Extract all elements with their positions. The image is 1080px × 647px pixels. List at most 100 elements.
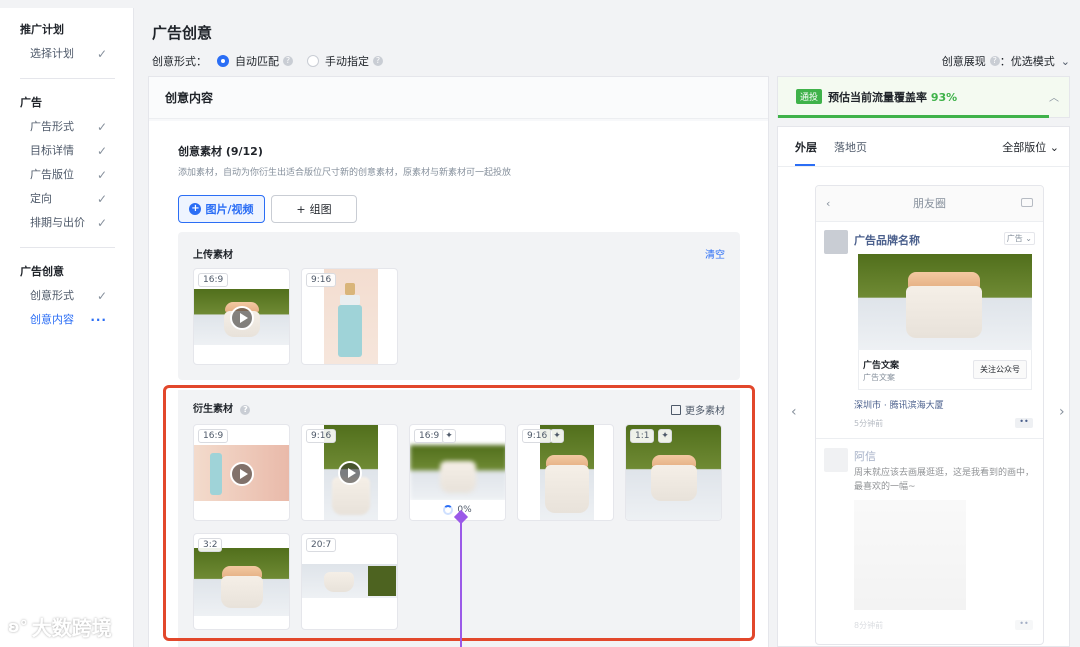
more-dots-icon: ··· — [90, 313, 107, 327]
coverage-text: 预估当前流量覆盖率 93% — [828, 89, 957, 105]
add-group-label: 组图 — [309, 203, 332, 216]
coverage-label: 预估当前流量覆盖率 — [828, 91, 927, 104]
ad-image[interactable] — [858, 254, 1032, 350]
placements-select[interactable]: 全部版位 ⌄ — [1002, 139, 1059, 155]
sidebar-group-ad: 广告 广告形式 ✓ 目标详情 ✓ 广告版位 ✓ 定向 ✓ 排期与出价 ✓ — [0, 81, 133, 235]
sidebar-item-target-detail[interactable]: 目标详情 ✓ — [0, 139, 133, 163]
preview-tabs: 外层 落地页 全部版位 ⌄ — [778, 127, 1069, 167]
brand-name[interactable]: 广告品牌名称 — [854, 232, 920, 248]
sidebar-item-schedule-bid[interactable]: 排期与出价 ✓ — [0, 211, 133, 235]
coverage-banner[interactable]: 通投 预估当前流量覆盖率 93% ︿ — [777, 76, 1070, 118]
more-dots-icon[interactable]: •• — [1015, 418, 1033, 428]
ad-info: 广告文案 广告文案 关注公众号 — [858, 350, 1032, 390]
watermark: ʚ° 大数跨境 — [8, 612, 112, 641]
add-media-label: 图片/视频 — [205, 203, 254, 216]
sidebar-item-label: 创意内容 — [30, 313, 74, 326]
friend-name: 阿信 — [854, 450, 876, 463]
divider — [20, 247, 115, 248]
sidebar-item-label: 广告版位 — [30, 168, 74, 181]
friend-image — [854, 500, 966, 610]
tab-landing[interactable]: 落地页 — [834, 139, 867, 155]
sidebar-item-label: 广告形式 — [30, 120, 74, 133]
chevron-left-icon[interactable]: ‹ — [791, 404, 797, 420]
sidebar-item-label: 排期与出价 — [30, 216, 85, 229]
chevron-right-icon[interactable]: › — [1059, 404, 1065, 420]
tab-outer[interactable]: 外层 — [795, 139, 817, 155]
ad-tag-label: 广告 — [1006, 234, 1023, 243]
sidebar-group-title: 广告创意 — [20, 265, 64, 278]
location[interactable]: 深圳市 · 腾讯滨海大厦 — [854, 398, 944, 411]
pointer-line — [460, 516, 462, 647]
upload-materials: 上传素材 清空 16:9 9:16 — [178, 232, 740, 380]
post-time: 5分钟前 — [854, 419, 884, 428]
sidebar-group-creative: 广告创意 创意形式 ✓ 创意内容 ··· — [0, 250, 133, 332]
sidebar-group-title: 推广计划 — [20, 23, 64, 36]
check-icon: ✓ — [96, 47, 107, 61]
sidebar-item-creative-content[interactable]: 创意内容 ··· — [0, 308, 133, 332]
phone-header-title: 朋友圈 — [913, 197, 946, 210]
status-badge: 通投 — [796, 89, 823, 104]
more-dots-icon[interactable]: •• — [1015, 620, 1033, 630]
upload-thumb-image[interactable]: 9:16 — [301, 268, 398, 365]
watermark-text: 大数跨境 — [31, 616, 112, 640]
ratio-badge: 9:16 — [306, 273, 337, 287]
display-mode-value: ：优选模式 — [999, 55, 1055, 68]
radio-manual[interactable] — [307, 55, 319, 67]
upload-thumb-video[interactable]: 16:9 — [193, 268, 290, 365]
plus-icon: + — [296, 202, 306, 216]
material-title: 创意素材 (9/12) — [178, 145, 263, 158]
radio-auto[interactable] — [217, 55, 229, 67]
ad-copy-sub: 广告文案 — [863, 373, 895, 382]
sidebar-item-ad-format[interactable]: 广告形式 ✓ — [0, 115, 133, 139]
plus-circle-icon: + — [189, 203, 202, 215]
follow-button[interactable]: 关注公众号 — [973, 360, 1027, 379]
friend-text: 周末就应该去画展逛逛，这是我看到的画中，最喜欢的一幅~ — [854, 468, 1035, 492]
ratio-badge: 16:9 — [198, 273, 229, 287]
sidebar-item-targeting[interactable]: 定向 ✓ — [0, 187, 133, 211]
coverage-progress-bar — [778, 115, 1049, 118]
placements-label: 全部版位 — [1002, 141, 1047, 154]
camera-icon[interactable] — [1021, 198, 1033, 207]
sidebar-item-placement[interactable]: 广告版位 ✓ — [0, 163, 133, 187]
friend-time: 8分钟前 — [854, 621, 884, 630]
help-icon[interactable]: ? — [283, 56, 293, 66]
form-label: 创意形式： — [152, 55, 207, 68]
divider — [816, 438, 1043, 439]
display-mode-label: 创意展现 — [941, 55, 986, 68]
sidebar-item-creative-format[interactable]: 创意形式 ✓ — [0, 284, 133, 308]
help-icon[interactable]: ? — [373, 56, 383, 66]
sidebar-item-label: 选择计划 — [30, 47, 74, 60]
radio-auto-label[interactable]: 自动匹配 — [235, 53, 279, 69]
phone-header: ‹ 朋友圈 — [816, 186, 1043, 222]
preview-panel: 外层 落地页 全部版位 ⌄ ‹ 朋友圈 广告品牌名称 广告 ⌄ 广告文案 广告文… — [777, 126, 1070, 647]
back-icon[interactable]: ‹ — [826, 186, 830, 222]
radio-manual-label[interactable]: 手动指定 — [325, 53, 369, 69]
chevron-down-icon: ⌄ — [1060, 54, 1070, 68]
display-mode-select[interactable]: 创意展现 ? ：优选模式 ⌄ — [942, 53, 1070, 69]
sidebar-group-plan: 推广计划 选择计划 ✓ — [0, 8, 133, 66]
sidebar-group-title: 广告 — [20, 96, 42, 109]
sidebar-item-select-plan[interactable]: 选择计划 ✓ — [0, 42, 133, 66]
coverage-value: 93% — [930, 91, 958, 104]
ad-tag[interactable]: 广告 ⌄ — [1003, 232, 1035, 245]
card-title: 创意内容 — [149, 77, 768, 119]
add-media-button[interactable]: + 图片/视频 — [178, 195, 265, 223]
material-desc: 添加素材，自动为你衍生出适合版位尺寸新的创意素材，原素材与新素材可一起投放 — [178, 168, 512, 178]
play-icon[interactable] — [230, 306, 254, 330]
sidebar: 推广计划 选择计划 ✓ 广告 广告形式 ✓ 目标详情 ✓ 广告版位 ✓ 定向 ✓ 排期与出… — [0, 8, 134, 647]
check-icon: ✓ — [96, 120, 107, 134]
chevron-up-icon[interactable]: ︿ — [1049, 89, 1059, 104]
check-icon: ✓ — [96, 144, 107, 158]
add-group-button[interactable]: + 组图 — [271, 195, 357, 223]
help-icon[interactable]: ? — [989, 56, 1000, 66]
tab-underline — [795, 164, 815, 166]
avatar — [824, 448, 848, 472]
check-icon: ✓ — [96, 192, 107, 206]
watermark-logo-icon: ʚ° — [8, 617, 28, 636]
sidebar-item-label: 定向 — [30, 192, 52, 205]
app-root: 推广计划 选择计划 ✓ 广告 广告形式 ✓ 目标详情 ✓ 广告版位 ✓ 定向 ✓ 排期与出… — [0, 0, 1080, 647]
clear-link[interactable]: 清空 — [705, 246, 725, 261]
ad-copy: 广告文案 — [863, 361, 900, 371]
page-title: 广告创意 — [152, 24, 213, 42]
sidebar-item-label: 目标详情 — [30, 144, 74, 157]
